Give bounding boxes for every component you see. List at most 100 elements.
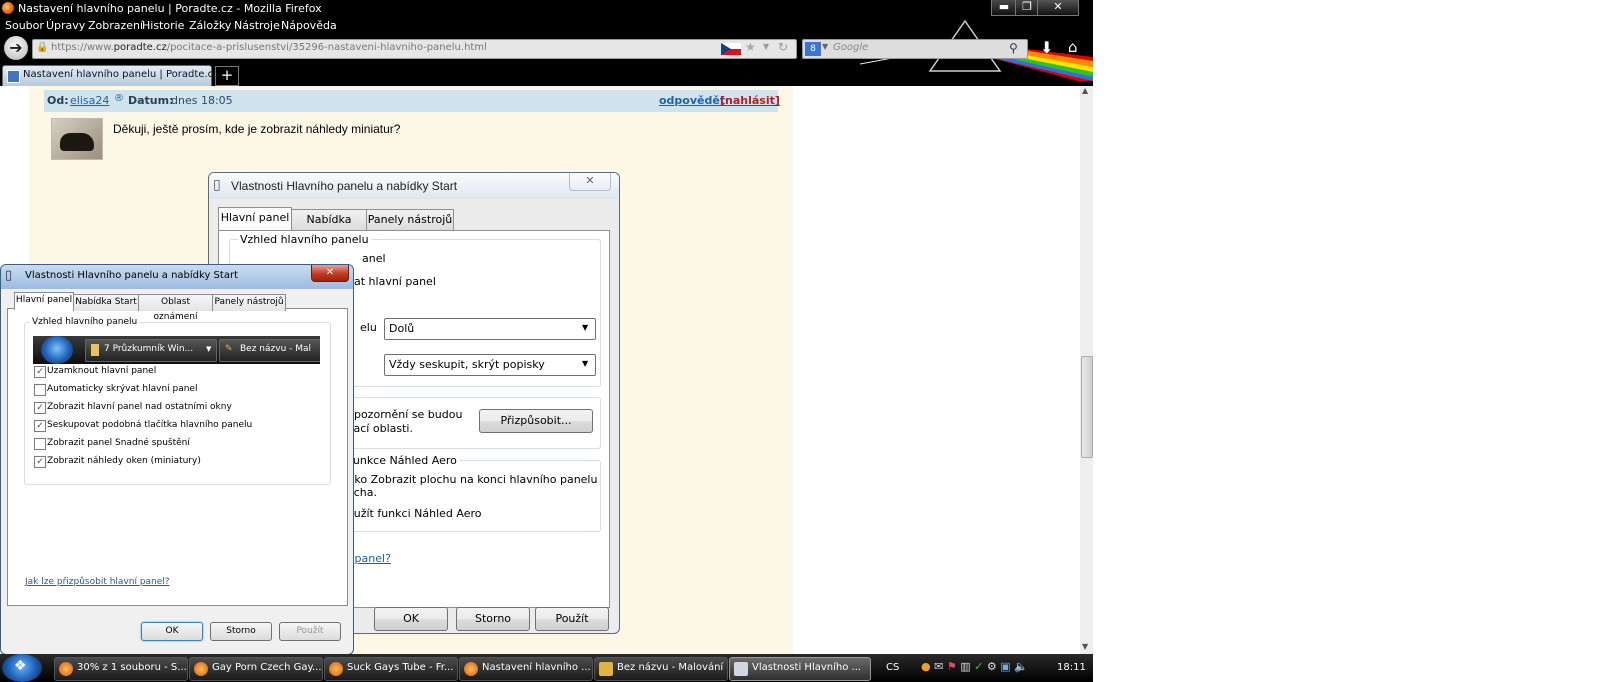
- url-text: https://www.poradte.cz/pocitace-a-prislu…: [51, 42, 487, 53]
- post-header: Od: elisa24 ® Datum: dnes 18:05 odpovědě…: [44, 90, 780, 112]
- network-icon[interactable]: ▥: [960, 660, 970, 673]
- page-scrollbar[interactable]: ▲ ▼: [1080, 86, 1093, 654]
- home-icon[interactable]: ⌂: [1068, 38, 1078, 56]
- taskbar-item-firefox-2[interactable]: Gay Porn Czech Gay...: [189, 657, 323, 681]
- taskbar-item-properties[interactable]: Vlastnosti Hlavního ...: [729, 657, 871, 681]
- checkbox-autohide[interactable]: [34, 384, 46, 396]
- customize-button[interactable]: Přizpůsobit...: [479, 409, 593, 433]
- notification-fragment-2: vací oblasti.: [347, 422, 413, 435]
- dropdown-arrow-icon[interactable]: ▼: [763, 42, 769, 51]
- scroll-thumb[interactable]: [1081, 356, 1093, 458]
- scroll-up-icon[interactable]: ▲: [1082, 86, 1088, 95]
- engine-dropdown-icon[interactable]: ▼: [822, 42, 828, 51]
- taskbar-item-download[interactable]: 30% z 1 souboru - S...: [54, 657, 188, 681]
- post-body: Děkuji, ještě prosím, kde je zobrazit ná…: [113, 122, 401, 136]
- close-button[interactable]: ✕: [1037, 0, 1079, 16]
- start-button[interactable]: ❖: [2, 654, 42, 682]
- menu-historie[interactable]: Historie: [142, 19, 184, 32]
- cancel-button[interactable]: Storno: [456, 607, 530, 631]
- language-indicator[interactable]: CS: [886, 662, 899, 673]
- option-group-buttons: Seskupovat podobná tlačítka hlavního pan…: [47, 420, 253, 430]
- tray-app3-icon[interactable]: ⚙: [987, 660, 997, 673]
- dialog-close-button[interactable]: ✕: [569, 173, 611, 191]
- bookmark-star-icon[interactable]: ★: [745, 40, 756, 54]
- checkbox-group-buttons[interactable]: ✓: [34, 420, 46, 432]
- minimize-button[interactable]: ▬: [991, 0, 1017, 16]
- vista-cancel-button[interactable]: Storno: [210, 622, 272, 641]
- menu-zalozky[interactable]: Záložky: [189, 19, 231, 32]
- tab-bar: Nastavení hlavního panelu | Poradte.cz +: [0, 62, 1093, 86]
- vista-tab-panely-nastroju[interactable]: Panely nástrojů: [212, 294, 286, 311]
- vista-tab-hlavni-panel[interactable]: Hlavní panel: [14, 292, 74, 310]
- option-lock-taskbar: Uzamknout hlavní panel: [47, 366, 157, 376]
- tab-nabidka-start[interactable]: Nabídka Start: [291, 209, 367, 245]
- firefox-logo-icon: [2, 2, 14, 14]
- checkbox-quick-launch[interactable]: [34, 438, 46, 450]
- tab-panely-nastroju[interactable]: Panely nástrojů: [366, 209, 454, 230]
- reply-link[interactable]: odpovědět: [659, 94, 725, 107]
- tray-app-icon[interactable]: ●: [921, 660, 931, 673]
- scroll-down-icon[interactable]: ▼: [1082, 642, 1088, 651]
- google-engine-icon[interactable]: 8: [805, 42, 821, 56]
- taskbar-item-label: Suck Gays Tube - Fr...: [347, 662, 454, 673]
- taskbar-item-label: Gay Porn Czech Gay...: [212, 662, 322, 673]
- url-bar[interactable]: 🔒 https://www.poradte.cz/pocitace-a-pris…: [32, 39, 797, 59]
- checkbox-thumbnails[interactable]: ✓: [34, 456, 46, 468]
- report-link[interactable]: [nahlásit]: [720, 94, 780, 107]
- clock[interactable]: 18:11: [1057, 662, 1086, 673]
- paint-icon: ✎: [225, 344, 233, 354]
- download-icon[interactable]: ⬇: [1040, 38, 1053, 57]
- search-icon[interactable]: ⚲: [1009, 41, 1018, 55]
- tab-active[interactable]: Nastavení hlavního panelu | Poradte.cz: [2, 65, 218, 86]
- option-fragment-3: elu: [360, 321, 377, 334]
- vista-taskbar-properties-dialog: ▯ Vlastnosti Hlavního panelu a nabídky S…: [0, 264, 354, 655]
- vista-apply-button[interactable]: Použít: [279, 622, 341, 641]
- author-link[interactable]: elisa24: [70, 94, 109, 107]
- taskbar-item-paint[interactable]: Bez názvu - Malování: [594, 657, 728, 681]
- search-bar[interactable]: 8 ▼ Google ⚲: [802, 39, 1028, 59]
- vista-close-button[interactable]: ✕: [311, 265, 349, 282]
- taskbar-item-firefox-active[interactable]: Nastavení hlavního ...: [459, 657, 593, 681]
- vista-tab-nabidka-start[interactable]: Nabídka Start: [73, 294, 139, 311]
- taskbar-item-label: Nastavení hlavního ...: [482, 662, 591, 673]
- apply-button[interactable]: Použít: [535, 607, 609, 631]
- start-orb-icon: [41, 336, 73, 364]
- tray-app4-icon[interactable]: ▣: [1000, 660, 1010, 673]
- reload-icon[interactable]: ↻: [778, 40, 788, 54]
- tab-hlavni-panel[interactable]: Hlavní panel: [218, 207, 292, 231]
- new-tab-button[interactable]: +: [215, 66, 239, 86]
- vista-help-link[interactable]: Jak lze přizpůsobit hlavní panel?: [25, 577, 170, 587]
- vista-tab-oblast-oznameni[interactable]: Oblast oznámení: [138, 294, 213, 322]
- preview-button-paint: ✎ Bez názvu - Mal: [219, 339, 320, 362]
- ok-button[interactable]: OK: [374, 607, 448, 631]
- from-label: Od:: [47, 94, 69, 107]
- taskbar-location-select[interactable]: Dolů ▼: [384, 318, 596, 340]
- taskbar-item-label: 30% z 1 souboru - S...: [77, 662, 187, 673]
- taskbar-preview: 7 Průzkumník Win... ▼ ✎ Bez názvu - Mal: [33, 336, 320, 364]
- vista-title-bar: ▯ Vlastnosti Hlavního panelu a nabídky S…: [1, 265, 353, 289]
- back-button[interactable]: ➔: [4, 36, 28, 60]
- search-input[interactable]: Google: [833, 42, 868, 53]
- option-on-top: Zobrazit hlavní panel nad ostatními okny: [47, 402, 232, 412]
- checkbox-lock-taskbar[interactable]: ✓: [34, 366, 46, 378]
- restore-button[interactable]: ❐: [1015, 0, 1039, 16]
- taskbar-location-value: Dolů: [389, 322, 415, 335]
- vista-group-label: Vzhled hlavního panelu: [30, 317, 140, 327]
- preview-button-paint-label: Bez názvu - Mal: [240, 344, 312, 354]
- tray-app2-icon[interactable]: ✓: [974, 660, 983, 673]
- menu-soubor[interactable]: Soubor: [5, 19, 44, 32]
- help-link[interactable]: í panel?: [348, 552, 391, 565]
- menu-nastroje[interactable]: Nástroje: [234, 19, 280, 32]
- menu-zobrazeni[interactable]: Zobrazení: [88, 19, 143, 32]
- option-fragment-2: at hlavní panel: [354, 275, 436, 288]
- checkbox-on-top[interactable]: ✓: [34, 402, 46, 414]
- taskbar-buttons-select[interactable]: Vždy seskupit, skrýt popisky ▼: [384, 354, 596, 376]
- mail-icon[interactable]: ✉: [934, 660, 943, 673]
- volume-icon[interactable]: 🔈: [1014, 660, 1028, 673]
- taskbar-item-firefox-3[interactable]: Suck Gays Tube - Fr...: [324, 657, 458, 681]
- taskbar-buttons-value: Vždy seskupit, skrýt popisky: [389, 358, 545, 371]
- menu-napoveda[interactable]: Nápověda: [281, 19, 337, 32]
- vista-ok-button[interactable]: OK: [141, 622, 203, 641]
- flag-icon[interactable]: ⚑: [947, 660, 957, 673]
- menu-upravy[interactable]: Úpravy: [46, 19, 85, 32]
